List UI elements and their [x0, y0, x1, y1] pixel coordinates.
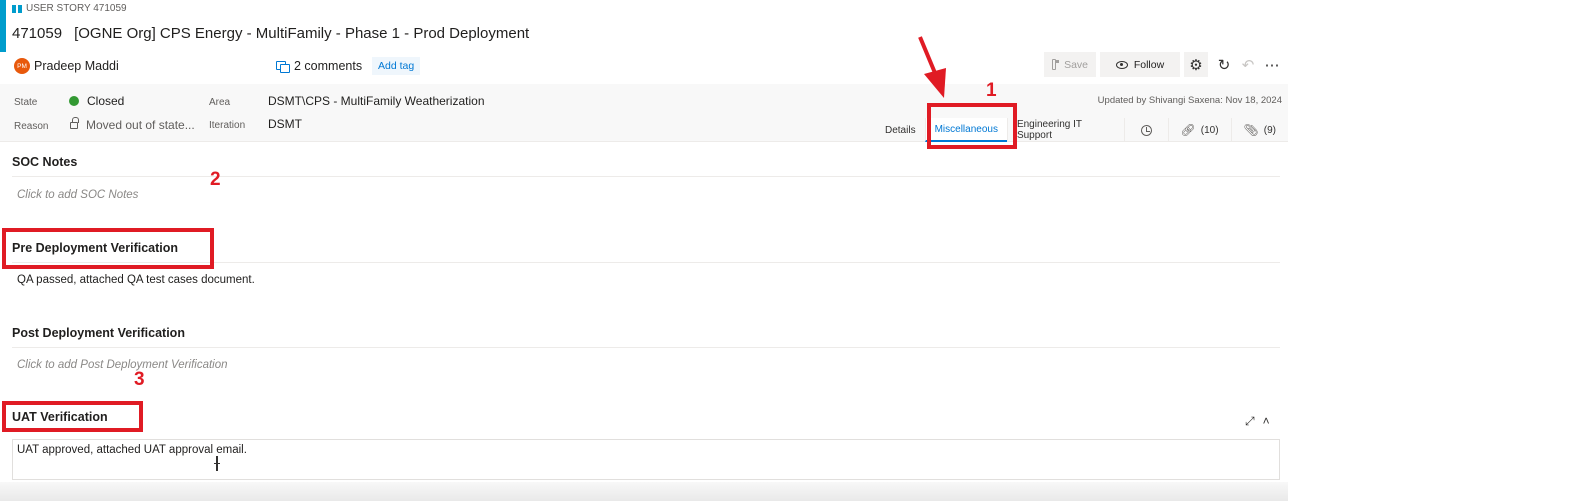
work-item-type-label: USER STORY 471059: [26, 3, 127, 14]
assignee-name: Pradeep Maddi: [34, 59, 119, 73]
annotation-box-miscellaneous: [927, 103, 1017, 149]
state-status-dot: [69, 96, 79, 106]
annotation-number-2: 2: [210, 169, 221, 190]
tab-engineering-label: Engineering IT Support: [1016, 119, 1082, 141]
soc-notes-input[interactable]: Click to add SOC Notes: [17, 189, 138, 201]
tab-engineering-it-support[interactable]: Engineering IT Support: [1006, 118, 1124, 142]
comments-label: 2 comments: [294, 59, 363, 73]
annotation-box-pre-deployment: [2, 228, 214, 269]
annotation-box-uat: [2, 401, 143, 432]
comments-icon: [276, 60, 290, 73]
post-deployment-title: Post Deployment Verification: [12, 326, 185, 340]
area-label: Area: [209, 97, 231, 108]
work-item-title[interactable]: [OGNE Org] CPS Energy - MultiFamily - Ph…: [74, 25, 529, 42]
divider: [12, 176, 1280, 177]
area-field[interactable]: DSMT\CPS - MultiFamily Weatherization: [268, 94, 485, 108]
tab-links[interactable]: 🔗︎ (10): [1167, 118, 1231, 142]
fields-header: State Closed Reason Moved out of state..…: [0, 84, 1288, 142]
follow-button[interactable]: Follow: [1100, 52, 1180, 77]
history-icon: [1140, 124, 1152, 136]
eye-icon: [1115, 60, 1128, 69]
iteration-field[interactable]: DSMT: [268, 117, 302, 131]
annotation-number-3: 3: [134, 369, 145, 390]
save-icon: [1052, 59, 1060, 70]
expand-icon[interactable]: ⤢: [1245, 414, 1255, 429]
save-label: Save: [1064, 58, 1088, 71]
state-value: Closed: [87, 94, 125, 108]
assignee-field[interactable]: PM Pradeep Maddi: [14, 58, 119, 74]
refresh-icon[interactable]: ↻: [1212, 52, 1236, 77]
pre-deployment-input[interactable]: QA passed, attached QA test cases docume…: [17, 274, 255, 286]
uat-verification-editor[interactable]: UAT approved, attached UAT approval emai…: [12, 439, 1280, 480]
work-item-id: 471059: [12, 25, 63, 42]
uat-verification-text: UAT approved, attached UAT approval emai…: [17, 444, 247, 456]
user-story-icon: [12, 4, 22, 14]
undo-icon[interactable]: ↶: [1236, 52, 1260, 77]
text-cursor-icon: [214, 456, 220, 471]
chevron-up-icon[interactable]: ˄: [1263, 414, 1270, 429]
uat-tools: ⤢ ˄: [1245, 414, 1270, 429]
state-label: State: [14, 97, 38, 108]
iteration-label: Iteration: [209, 120, 246, 131]
tab-attachments-count: (9): [1263, 124, 1276, 136]
tab-links-count: (10): [1200, 124, 1219, 136]
attachment-icon: 📎︎: [1243, 123, 1259, 137]
link-icon: 🔗︎: [1180, 123, 1196, 137]
save-button[interactable]: Save: [1044, 52, 1096, 77]
divider: [12, 347, 1280, 348]
tab-attachments[interactable]: 📎︎ (9): [1230, 118, 1288, 142]
state-field[interactable]: Closed: [69, 94, 124, 108]
post-deployment-input[interactable]: Click to add Post Deployment Verificatio…: [17, 359, 228, 371]
lock-icon: [70, 117, 79, 129]
annotation-number-1: 1: [986, 80, 997, 101]
comments-link[interactable]: 2 comments: [276, 59, 362, 73]
add-tag-button[interactable]: Add tag: [372, 57, 421, 75]
reason-value: Moved out of state...: [86, 118, 195, 132]
bottom-edge: [0, 482, 1288, 501]
reason-field: Moved out of state...: [70, 117, 195, 132]
tab-history[interactable]: [1123, 118, 1168, 142]
updated-by-text[interactable]: Updated by Shivangi Saxena: Nov 18, 2024: [1098, 95, 1282, 106]
gear-icon[interactable]: ⚙: [1184, 52, 1208, 77]
reason-label: Reason: [14, 121, 49, 132]
toolbar: Save Follow ⚙ ↻ ↶ ⋯: [1044, 52, 1284, 77]
avatar: PM: [14, 58, 30, 74]
work-item-type-color-bar: [0, 0, 6, 52]
more-icon[interactable]: ⋯: [1260, 52, 1284, 77]
work-item-title-row[interactable]: 471059 [OGNE Org] CPS Energy - MultiFami…: [12, 25, 529, 42]
follow-label: Follow: [1133, 58, 1165, 71]
work-item-type: USER STORY 471059: [12, 3, 127, 14]
soc-notes-title: SOC Notes: [12, 155, 78, 169]
tab-details[interactable]: Details: [876, 118, 925, 142]
tab-details-label: Details: [885, 124, 916, 136]
